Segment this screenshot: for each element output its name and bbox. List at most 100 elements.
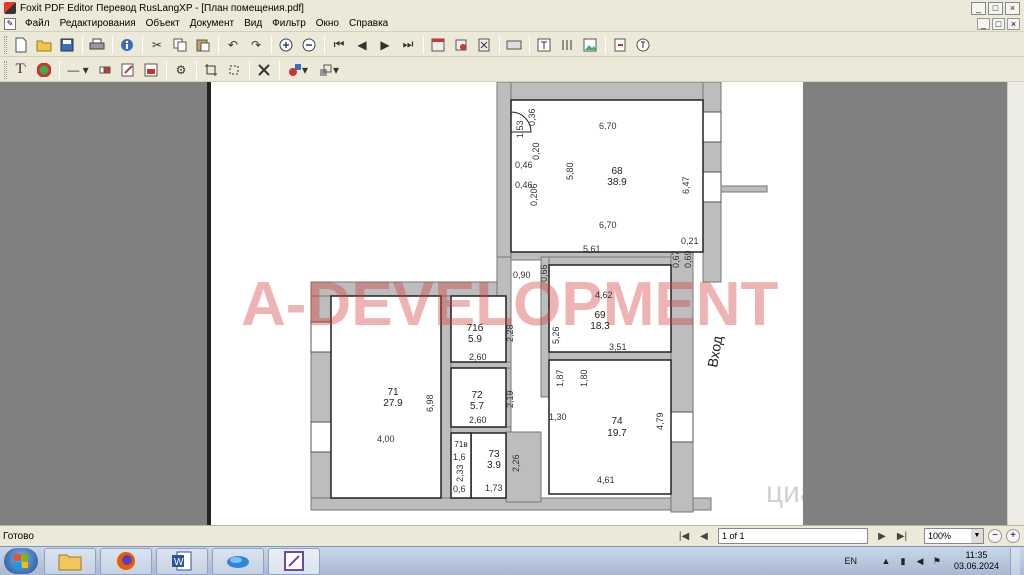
print-icon[interactable] bbox=[86, 35, 108, 55]
vertical-scrollbar[interactable] bbox=[1007, 82, 1024, 525]
room-number: 68 bbox=[611, 166, 623, 177]
page-properties-icon[interactable] bbox=[427, 35, 449, 55]
minimize-button[interactable]: _ bbox=[971, 1, 986, 15]
floor-plan: A-DEVELOPMENT 68 38.9 69 18.3 71 27.9 71… bbox=[241, 82, 833, 513]
language-indicator[interactable]: EN bbox=[844, 556, 857, 566]
crop-icon[interactable] bbox=[200, 60, 222, 80]
arrange-icon[interactable]: ▾ bbox=[314, 60, 344, 80]
start-button[interactable] bbox=[4, 548, 38, 574]
chevron-down-icon[interactable]: ▼ bbox=[971, 529, 983, 543]
add-text-icon[interactable]: T ' bbox=[10, 60, 32, 80]
edit-object-icon[interactable] bbox=[117, 60, 139, 80]
new-file-icon[interactable] bbox=[10, 35, 32, 55]
redo-icon[interactable]: ↷ bbox=[245, 35, 267, 55]
menu-object[interactable]: Объект bbox=[141, 18, 185, 29]
maximize-button[interactable]: □ bbox=[988, 1, 1003, 15]
cut-icon[interactable]: ✂ bbox=[146, 35, 168, 55]
toolbar-separator bbox=[112, 35, 113, 54]
menu-document[interactable]: Документ bbox=[185, 18, 239, 29]
save-icon[interactable] bbox=[56, 35, 78, 55]
last-page-icon[interactable]: ⏭ bbox=[397, 35, 419, 55]
menu-file[interactable]: Файл bbox=[20, 18, 55, 29]
previous-page-icon[interactable]: ◀ bbox=[351, 35, 373, 55]
eraser-icon[interactable] bbox=[94, 60, 116, 80]
image-object-icon[interactable] bbox=[140, 60, 162, 80]
status-first-page-icon[interactable]: |◀ bbox=[675, 528, 693, 544]
dimension-label: 0,21 bbox=[681, 236, 699, 246]
volume-icon[interactable]: ◀ bbox=[914, 555, 926, 567]
doc-restore-button[interactable]: □ bbox=[992, 17, 1005, 30]
color-wheel-icon[interactable] bbox=[33, 60, 55, 80]
dimension-label: 5,61 bbox=[583, 244, 601, 254]
dimension-label: 4,00 bbox=[377, 434, 395, 444]
windows-logo-icon bbox=[14, 554, 28, 568]
taskbar-foxit[interactable] bbox=[268, 547, 320, 575]
taskbar-explorer[interactable] bbox=[44, 547, 96, 575]
copy-icon[interactable] bbox=[169, 35, 191, 55]
rotate-page-icon[interactable] bbox=[450, 35, 472, 55]
dimension-label: 0,206 bbox=[529, 183, 539, 206]
menu-edit[interactable]: Редактирования bbox=[55, 18, 141, 29]
pdf-page[interactable]: A-DEVELOPMENT 68 38.9 69 18.3 71 27.9 71… bbox=[207, 82, 833, 525]
menu-window[interactable]: Окно bbox=[311, 18, 344, 29]
menu-view[interactable]: Вид bbox=[239, 18, 267, 29]
toolbar-grip[interactable] bbox=[4, 35, 7, 54]
dimension-label: 2,28 bbox=[505, 324, 515, 342]
zoom-out-button[interactable]: − bbox=[988, 529, 1002, 543]
room-number: 69 bbox=[594, 310, 606, 321]
transform-icon[interactable] bbox=[253, 60, 275, 80]
font-tool-icon[interactable] bbox=[632, 35, 654, 55]
dimension-label: 0,6 bbox=[453, 484, 466, 494]
taskbar-word[interactable]: W bbox=[156, 547, 208, 575]
room-area: 27.9 bbox=[383, 398, 403, 409]
clock[interactable]: 11:35 03.06.2024 bbox=[954, 550, 999, 572]
taskbar-firefox[interactable] bbox=[100, 547, 152, 575]
dimension-label: 2,33 bbox=[455, 464, 465, 482]
export-icon[interactable] bbox=[609, 35, 631, 55]
align-tool-icon[interactable] bbox=[556, 35, 578, 55]
undo-icon[interactable]: ↶ bbox=[222, 35, 244, 55]
room-area: 18.3 bbox=[590, 321, 610, 332]
paste-icon[interactable] bbox=[192, 35, 214, 55]
zoom-select[interactable]: 100% ▼ bbox=[924, 528, 984, 544]
dimension-label: 4,79 bbox=[655, 412, 665, 430]
room-area: 5.9 bbox=[468, 334, 482, 345]
toolbar-grip[interactable] bbox=[4, 60, 7, 79]
open-folder-icon[interactable] bbox=[33, 35, 55, 55]
next-page-icon[interactable]: ▶ bbox=[374, 35, 396, 55]
close-button[interactable]: × bbox=[1005, 1, 1020, 15]
network-icon[interactable]: ▮ bbox=[897, 555, 909, 567]
page-number-field[interactable]: 1 of 1 bbox=[718, 528, 868, 544]
doc-minimize-button[interactable]: _ bbox=[977, 17, 990, 30]
first-page-icon[interactable]: ⏮ bbox=[328, 35, 350, 55]
document-icon[interactable]: ✎ bbox=[4, 17, 16, 30]
keyboard-icon[interactable] bbox=[503, 35, 525, 55]
flag-icon[interactable]: ⚑ bbox=[931, 555, 943, 567]
line-tool-icon[interactable]: — ▾ bbox=[63, 60, 93, 80]
tray-expand-icon[interactable]: ▲ bbox=[880, 555, 892, 567]
zoom-out-icon[interactable] bbox=[298, 35, 320, 55]
zoom-in-icon[interactable] bbox=[275, 35, 297, 55]
resize-icon[interactable] bbox=[223, 60, 245, 80]
document-workspace[interactable]: A-DEVELOPMENT 68 38.9 69 18.3 71 27.9 71… bbox=[0, 82, 1024, 525]
status-next-page-icon[interactable]: ▶ bbox=[873, 528, 891, 544]
zoom-in-button[interactable]: + bbox=[1006, 529, 1020, 543]
status-previous-page-icon[interactable]: ◀ bbox=[695, 528, 713, 544]
settings-icon[interactable]: ⚙ bbox=[170, 60, 192, 80]
folder-icon bbox=[58, 554, 82, 571]
taskbar-app[interactable] bbox=[212, 547, 264, 575]
show-desktop-button[interactable] bbox=[1010, 547, 1020, 575]
doc-close-button[interactable]: × bbox=[1007, 17, 1020, 30]
properties-icon[interactable] bbox=[116, 35, 138, 55]
word-icon: W bbox=[172, 551, 192, 571]
room-number: 73 bbox=[488, 449, 500, 460]
text-tool-icon[interactable] bbox=[533, 35, 555, 55]
menu-filter[interactable]: Фильтр bbox=[267, 18, 311, 29]
status-last-page-icon[interactable]: ▶| bbox=[893, 528, 911, 544]
image-tool-icon[interactable] bbox=[579, 35, 601, 55]
menu-help[interactable]: Справка bbox=[344, 18, 393, 29]
main-toolbar: ✂ ↶ ↷ ⏮ ◀ ▶ ⏭ bbox=[0, 33, 1024, 57]
dimension-label: 0,67 bbox=[671, 250, 681, 268]
delete-page-icon[interactable] bbox=[473, 35, 495, 55]
shapes-icon[interactable]: ▾ bbox=[283, 60, 313, 80]
